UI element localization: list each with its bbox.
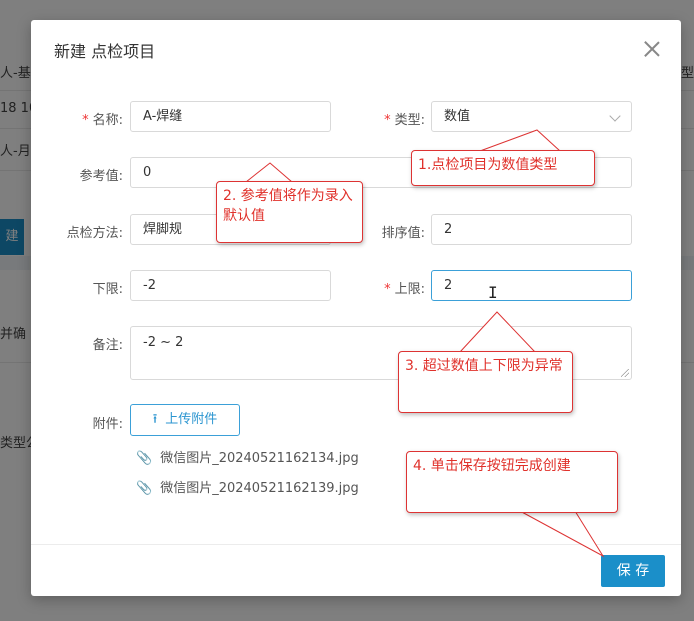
callout-1: 1.点检项目为数值类型 [411, 150, 595, 186]
callout-2-pointer [244, 162, 294, 183]
callout-1-pointer [479, 129, 562, 152]
callout-3-pointer [458, 311, 537, 353]
callout-3: 3. 超过数值上下限为异常 [398, 351, 573, 413]
callout-pointers [244, 129, 605, 558]
callout-2: 2. 参考值将作为录入默认值 [216, 181, 363, 243]
callout-4: 4. 单击保存按钮完成创建 [406, 451, 618, 513]
callout-4-pointer [519, 510, 605, 558]
